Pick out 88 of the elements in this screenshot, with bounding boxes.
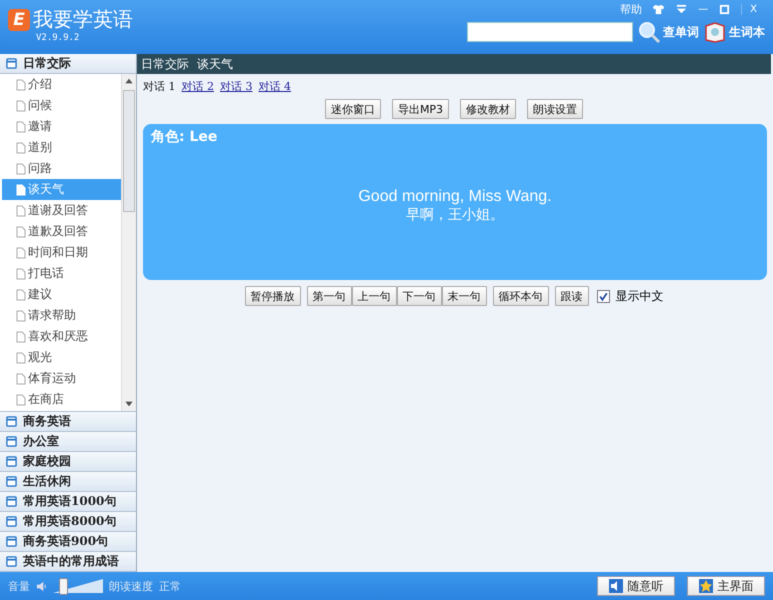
folder-icon: [6, 516, 17, 527]
dialogue-tab[interactable]: 对话 3: [220, 79, 252, 94]
document-icon: [16, 352, 26, 364]
version-text: V2.9.9.2: [36, 33, 80, 43]
speaker-icon: [608, 579, 622, 593]
tool-button[interactable]: 迷你窗口: [324, 99, 381, 119]
document-icon: [16, 100, 26, 112]
chinese-translation: 早啊，王小姐。: [406, 206, 504, 224]
search-icon: [637, 20, 661, 44]
tool-button[interactable]: 修改教材: [460, 99, 516, 119]
volume-slider[interactable]: [53, 578, 103, 594]
category-header[interactable]: 英语中的常用成语: [0, 552, 136, 572]
category-header[interactable]: 商务英语900句: [0, 532, 136, 552]
folder-icon: [6, 536, 17, 547]
dialogue-tab[interactable]: 对话 2: [182, 79, 214, 94]
loop-button[interactable]: 循环本句: [492, 286, 548, 306]
document-icon: [16, 120, 26, 132]
category-header[interactable]: 生活休闲: [0, 472, 136, 492]
lesson-item[interactable]: 观光: [2, 347, 121, 368]
english-sentence: Good morning, Miss Wang.: [358, 188, 552, 206]
app-name: 我要学英语: [33, 6, 133, 33]
home-button[interactable]: 主界面: [687, 576, 765, 596]
lesson-item[interactable]: 问候: [2, 95, 121, 116]
lesson-item[interactable]: 道歉及回答: [2, 221, 121, 242]
speaker-icon[interactable]: [36, 580, 47, 592]
random-listen-button[interactable]: 随意听: [597, 576, 675, 596]
pause-button[interactable]: 暂停播放: [244, 286, 300, 306]
document-icon: [16, 162, 26, 174]
lesson-item[interactable]: 体育运动: [2, 368, 121, 389]
category-header[interactable]: 日常交际: [0, 54, 136, 74]
document-icon: [16, 184, 26, 196]
speed-value: 正常: [159, 578, 181, 594]
document-icon: [16, 330, 26, 342]
sentence-nav-button[interactable]: 下一句: [396, 286, 442, 306]
category-header[interactable]: 常用英语1000句: [0, 492, 136, 512]
document-icon: [16, 78, 26, 90]
document-icon: [16, 226, 26, 238]
lesson-item[interactable]: 建议: [2, 284, 121, 305]
tool-button[interactable]: 导出MP3: [392, 99, 450, 119]
folder-icon: [6, 476, 17, 487]
folder-icon: [6, 456, 17, 467]
sentence-nav-button[interactable]: 末一句: [442, 286, 486, 306]
tool-button[interactable]: 朗读设置: [527, 99, 584, 119]
sentence-nav-button[interactable]: 上一句: [352, 286, 396, 306]
document-icon: [16, 142, 26, 154]
follow-read-button[interactable]: 跟读: [554, 286, 588, 306]
breadcrumb-title: 日常交际 谈天气: [137, 54, 771, 74]
folder-icon: [6, 556, 17, 567]
folder-icon: [6, 58, 17, 69]
document-icon: [16, 372, 26, 384]
checkbox-label: 显示中文: [616, 288, 664, 304]
document-icon: [16, 310, 26, 322]
dialogue-tab[interactable]: 对话 1: [143, 79, 176, 94]
document-icon: [16, 268, 26, 280]
lesson-item[interactable]: 请求帮助: [2, 305, 121, 326]
sentence-nav-button[interactable]: 第一句: [306, 286, 352, 306]
document-icon: [16, 394, 26, 406]
lesson-item[interactable]: 邀请: [2, 116, 121, 137]
lesson-item[interactable]: 道别: [2, 137, 121, 158]
category-header[interactable]: 办公室: [0, 432, 136, 452]
category-header[interactable]: 商务英语: [0, 412, 136, 432]
speed-label: 朗读速度: [109, 578, 153, 594]
document-icon: [16, 288, 26, 300]
lesson-item[interactable]: 喜欢和厌恶: [2, 326, 121, 347]
folder-icon: [6, 416, 17, 427]
dropdown-icon[interactable]: [675, 4, 688, 14]
app-logo: E: [8, 8, 30, 30]
lesson-item[interactable]: 道谢及回答: [2, 200, 121, 221]
lesson-item[interactable]: 在商店: [2, 389, 121, 410]
folder-icon: [6, 496, 17, 507]
category-header[interactable]: 家庭校园: [0, 452, 136, 472]
volume-label: 音量: [8, 578, 30, 594]
lesson-item[interactable]: 时间和日期: [2, 242, 121, 263]
folder-icon: [6, 436, 17, 447]
scrollbar[interactable]: [121, 74, 136, 411]
dialogue-tab[interactable]: 对话 4: [258, 79, 291, 94]
document-icon: [16, 204, 26, 216]
lesson-item[interactable]: 打电话: [2, 263, 121, 284]
category-header[interactable]: 常用英语8000句: [0, 512, 136, 532]
checkbox[interactable]: [596, 290, 610, 302]
maximize-icon[interactable]: [718, 4, 732, 14]
star-icon: [698, 579, 712, 593]
search-field[interactable]: [467, 22, 633, 42]
role-label: 角色: Lee: [150, 128, 218, 147]
document-icon: [16, 246, 26, 258]
shirt-icon[interactable]: [652, 4, 666, 14]
lesson-item[interactable]: 介绍: [2, 74, 121, 95]
lesson-item[interactable]: 问路: [2, 158, 121, 179]
